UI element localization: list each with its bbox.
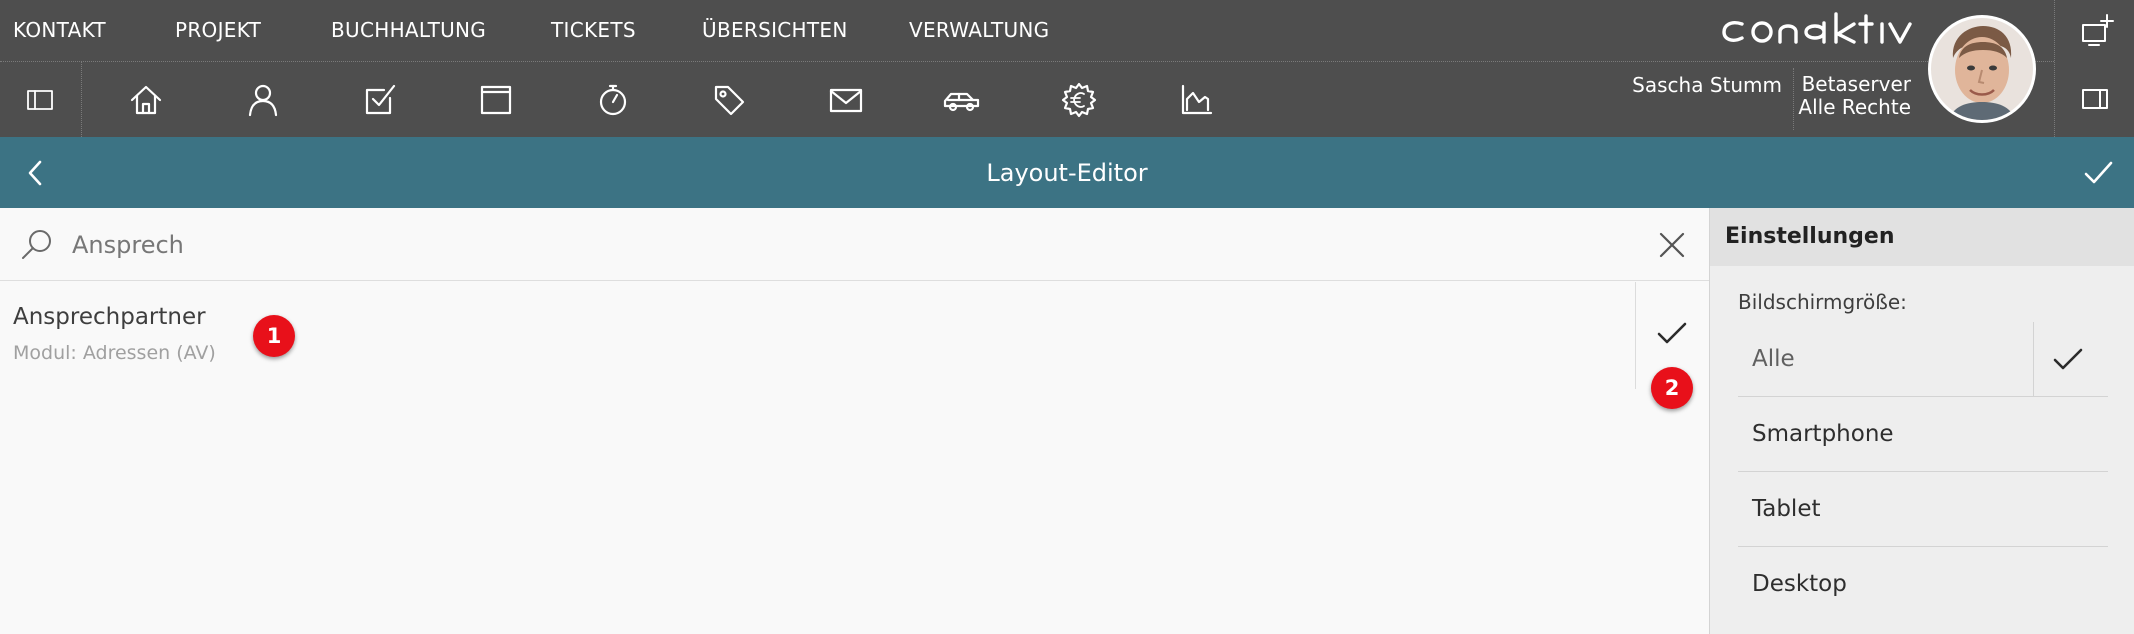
page-title: Layout-Editor [986,159,1148,187]
mail-icon[interactable] [806,62,886,137]
menu-item-tickets[interactable]: TICKETS [551,18,636,42]
menu-item-uebersichten[interactable]: ÜBERSICHTEN [702,18,848,42]
server-name: Betaserver [1801,72,1911,96]
confirm-button[interactable] [2070,145,2126,201]
check-icon [2084,161,2113,184]
window-icon[interactable] [456,62,536,137]
search-bar [0,208,1709,281]
option-divider [2033,322,2034,397]
search-input[interactable] [72,228,1572,262]
chart-icon[interactable] [1156,62,1236,137]
list-item-subtitle: Modul: Adressen (AV) [13,342,216,364]
option-label: Tablet [1752,496,1821,522]
avatar[interactable] [1928,15,2036,123]
home-icon[interactable] [106,62,186,137]
top-navigation-bar: KONTAKT PROJEKT BUCHHALTUNG TICKETS ÜBER… [0,0,2134,137]
screen-size-label: Bildschirmgröße: [1738,290,1907,314]
list-item-divider [1635,282,1636,389]
screen-size-option-alle[interactable]: Alle [1738,322,2108,397]
option-label: Desktop [1752,571,1847,597]
annotation-badge-1: 1 [253,315,295,357]
user-divider [1793,68,1794,130]
list-item[interactable]: Ansprechpartner Modul: Adressen (AV) [0,282,1635,389]
settings-panel: Einstellungen Bildschirmgröße: Alle Smar… [1709,208,2134,634]
menu-item-kontakt[interactable]: KONTAKT [13,18,106,42]
task-check-icon[interactable] [340,62,420,137]
list-item-title: Ansprechpartner [13,304,206,330]
settings-header: Einstellungen [1710,208,2134,266]
conaktiv-logo [1720,12,1912,48]
screen-size-option-smartphone[interactable]: Smartphone [1738,397,2108,472]
search-icon [18,226,56,264]
list-item-select-toggle[interactable] [1648,314,1696,354]
sidebar-left-icon[interactable] [0,62,80,137]
person-icon[interactable] [223,62,303,137]
screen-size-option-tablet[interactable]: Tablet [1738,472,2108,547]
sidebar-right-icon[interactable] [2068,72,2122,126]
check-icon [2053,348,2083,370]
title-bar: Layout-Editor [0,137,2134,208]
menu-item-buchhaltung[interactable]: BUCHHALTUNG [331,18,486,42]
car-icon[interactable] [922,62,1002,137]
close-icon [1659,232,1685,258]
menu-item-verwaltung[interactable]: VERWALTUNG [909,18,1049,42]
tag-icon[interactable] [689,62,769,137]
menu-item-projekt[interactable]: PROJEKT [175,18,261,42]
annotation-badge-2: 2 [1651,367,1693,409]
add-window-icon[interactable] [2070,4,2124,58]
module-toolbar [0,62,1240,137]
option-label: Alle [1752,346,1795,372]
stopwatch-icon[interactable] [573,62,653,137]
euro-gear-icon[interactable] [1039,62,1119,137]
user-name[interactable]: Sascha Stumm [1632,73,1782,97]
clear-search-button[interactable] [1650,226,1694,264]
settings-title: Einstellungen [1725,224,1895,249]
option-label: Smartphone [1752,421,1894,447]
right-divider [2054,0,2055,137]
check-icon [1657,322,1687,344]
option-selected-check [2043,340,2093,380]
server-info[interactable]: Betaserver Alle Rechte [1795,73,1911,119]
screen-size-option-desktop[interactable]: Desktop [1738,547,2108,622]
user-rights: Alle Rechte [1798,95,1911,119]
